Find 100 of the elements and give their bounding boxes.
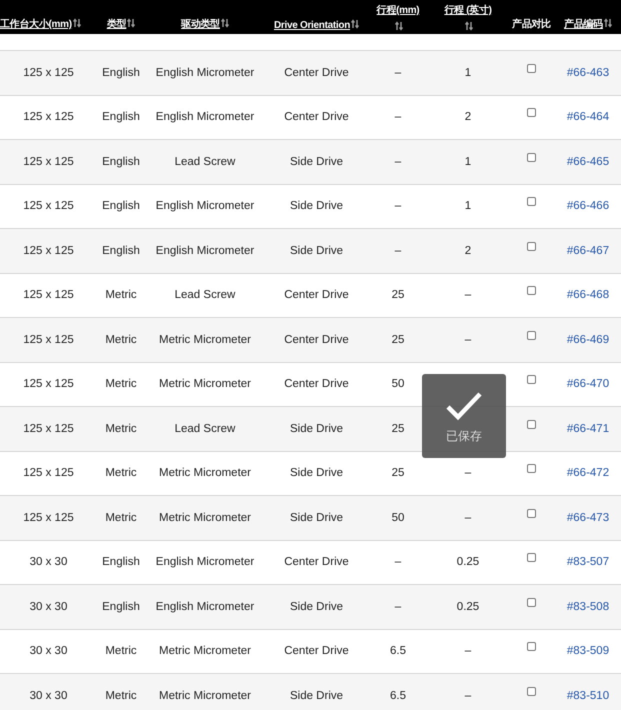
table-cell: 125 x 125 [23,422,74,435]
table-cell: 125 x 125 [23,467,74,480]
table-cell: 125 x 125 [23,512,74,524]
table-cell: English Micrometer [156,556,254,568]
compare-checkbox[interactable] [527,197,536,206]
table-cell: Center Drive [284,289,349,302]
table-cell: 30 x 30 [30,690,68,702]
table-cell: English [102,244,140,257]
compare-checkbox[interactable] [527,642,536,652]
column-header[interactable]: 行程(mm) [376,3,420,17]
sort-icon[interactable] [604,18,612,28]
table-cell: – [394,156,402,168]
table-cell: Side Drive [290,422,344,435]
compare-checkbox[interactable] [527,108,536,118]
table-cell: 6.5 [390,645,406,658]
compare-checkbox[interactable] [527,330,536,340]
product-code-link[interactable]: #66-467 [566,244,610,257]
compare-checkbox[interactable] [527,553,536,562]
table-cell: Center Drive [284,378,349,390]
table-cell: – [464,512,472,524]
product-code-link[interactable]: #66-468 [566,289,610,302]
column-header[interactable]: Drive Orientation [274,20,350,31]
table-cell: Metric [105,378,137,390]
product-code-link[interactable]: #83-510 [566,690,610,702]
compare-checkbox[interactable] [527,286,536,296]
table-cell: English [102,200,140,212]
table-cell: – [394,600,402,613]
compare-checkbox[interactable] [527,464,536,474]
sort-icon[interactable] [72,18,81,28]
column-header[interactable]: 驱动类型 [181,19,220,30]
table-cell: English [102,556,140,568]
table-cell: 6.5 [390,690,406,702]
table-cell: 50 [392,378,404,390]
table-cell: Lead Screw [174,289,236,302]
table-cell: – [394,111,402,124]
table-cell: 0.25 [456,556,480,568]
check-icon [445,390,483,422]
sort-icon[interactable] [220,18,229,28]
product-code-link[interactable]: #66-470 [566,378,610,390]
sort-icon[interactable] [351,19,360,29]
compare-checkbox[interactable] [527,242,536,251]
table-cell: Lead Screw [174,156,236,168]
table-cell: Metric Micrometer [158,512,251,524]
product-code-link[interactable]: #83-509 [566,645,610,658]
table-cell: Side Drive [290,600,344,613]
table-cell: 25 [392,289,404,302]
table-cell: 125 x 125 [23,244,74,257]
table-cell: Metric [105,512,137,524]
sort-icon[interactable] [464,21,472,31]
product-code-link[interactable]: #66-473 [566,512,610,524]
product-code-link[interactable]: #83-507 [566,556,610,568]
table-cell: Metric [105,422,137,435]
product-code-link[interactable]: #66-472 [566,467,610,480]
table-cell: Side Drive [290,690,344,702]
table-cell: 125 x 125 [23,200,74,212]
compare-checkbox[interactable] [527,687,536,696]
product-code-link[interactable]: #66-465 [566,156,610,168]
compare-checkbox[interactable] [527,420,536,429]
table-cell: – [394,66,402,79]
table-cell: Center Drive [284,111,349,124]
column-header[interactable]: 类型 [106,19,126,30]
product-code-link[interactable]: #66-471 [566,422,610,435]
compare-checkbox[interactable] [527,375,536,384]
table-cell: 125 x 125 [23,66,74,79]
sort-icon[interactable] [394,21,402,31]
table-cell: – [464,334,472,346]
product-code-link[interactable]: #66-463 [566,66,610,79]
product-code-link[interactable]: #66-464 [566,111,610,124]
table-cell: English Micrometer [156,66,254,79]
table-cell: Center Drive [284,556,349,568]
table-cell: English Micrometer [156,244,254,257]
product-code-link[interactable]: #66-466 [566,200,610,212]
table-cell: Center Drive [284,334,349,346]
column-header[interactable]: 产品编码 [564,19,603,30]
table-cell: 25 [392,334,404,346]
table-cell: English Micrometer [156,200,254,212]
table-cell: Side Drive [290,200,344,212]
table-cell: English [102,156,140,168]
compare-checkbox[interactable] [527,64,536,73]
table-cell: Center Drive [284,66,349,79]
table-cell: – [464,467,472,480]
product-code-link[interactable]: #83-508 [566,600,610,613]
table-cell: English Micrometer [156,600,254,613]
table-cell: 125 x 125 [23,111,74,124]
column-header[interactable]: 行程 (英寸) [444,3,492,17]
table-cell: – [394,244,402,257]
compare-checkbox[interactable] [527,508,536,518]
sort-icon[interactable] [127,18,136,28]
table-cell: 125 x 125 [23,289,74,302]
table-cell: Metric Micrometer [158,334,251,346]
column-header[interactable]: 工作台大小(mm) [0,19,72,30]
column-header: 产品对比 [512,19,551,30]
table-cell: 2 [464,244,472,257]
table-cell: – [394,556,402,568]
compare-checkbox[interactable] [527,152,536,162]
table-cell: Metric [105,289,137,302]
compare-checkbox[interactable] [527,598,536,607]
table-cell: Metric [105,467,137,480]
product-code-link[interactable]: #66-469 [566,334,610,346]
table-cell: Center Drive [284,645,349,658]
